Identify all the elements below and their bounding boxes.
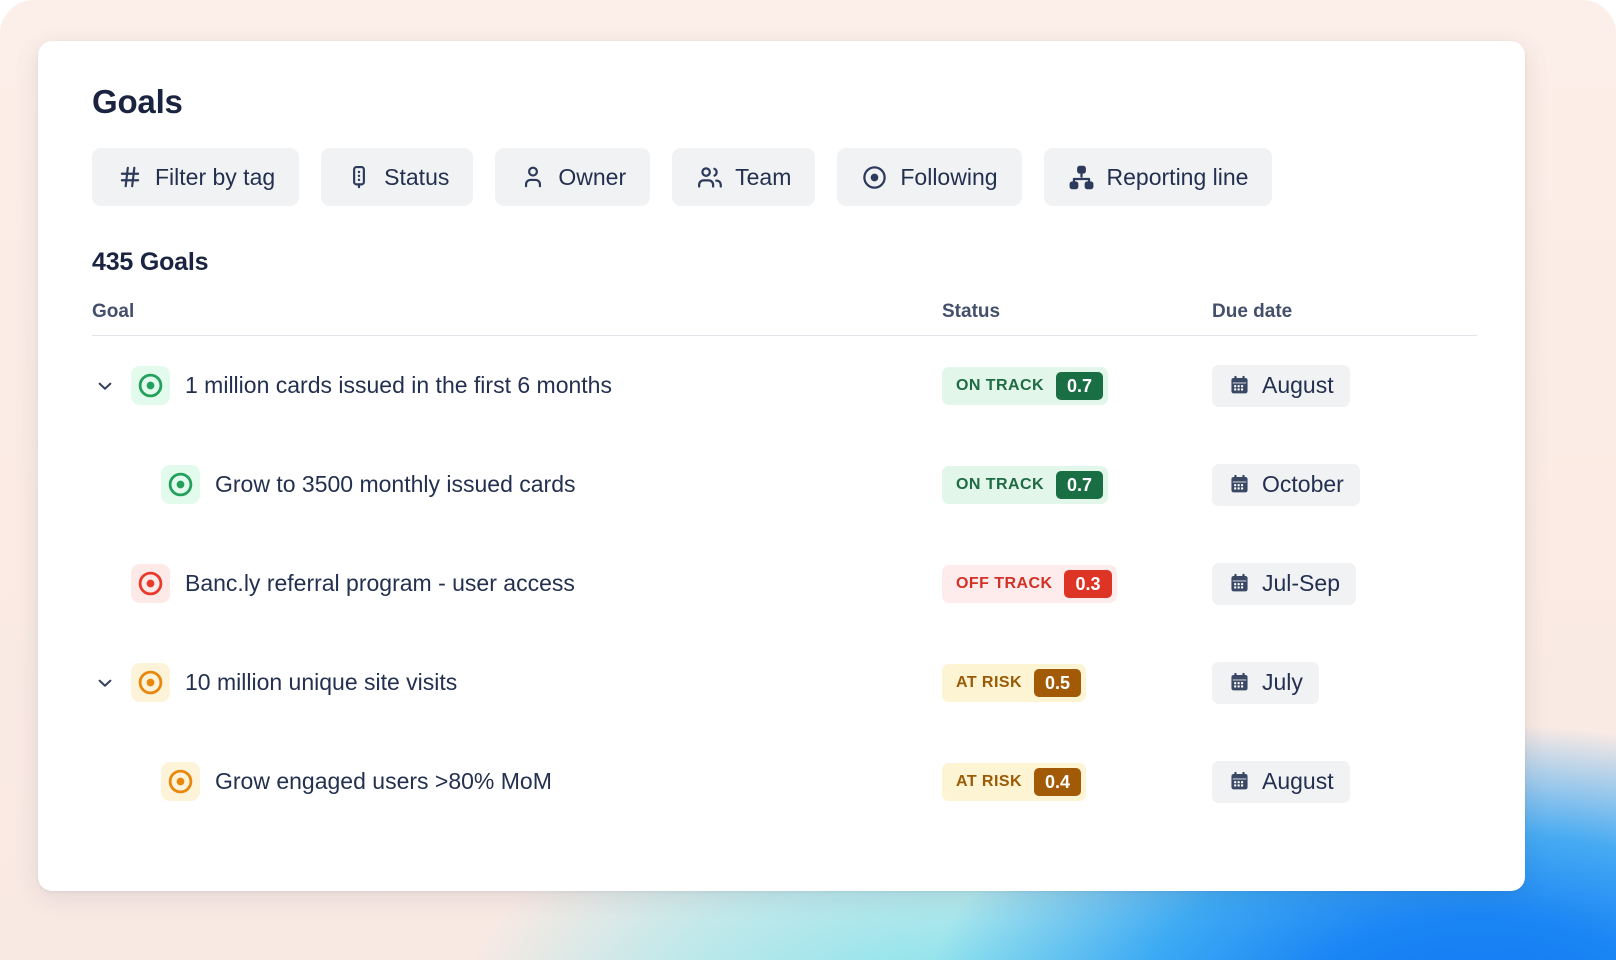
filter-chip-label: Following	[900, 164, 997, 191]
filter-chip-reporting-line[interactable]: Reporting line	[1044, 148, 1273, 206]
table-row[interactable]: Grow to 3500 monthly issued cards ON TRAC…	[92, 435, 1477, 534]
org-chart-icon	[1068, 164, 1095, 191]
table-header-row: Goal Status Due date	[92, 301, 1477, 336]
status-cell: ON TRACK 0.7	[942, 466, 1212, 504]
goal-cell: Grow engaged users >80% MoM	[92, 762, 942, 801]
goal-cell: Banc.ly referral program - user access	[92, 564, 942, 603]
status-badge[interactable]: ON TRACK 0.7	[942, 367, 1108, 405]
status-badge[interactable]: AT RISK 0.4	[942, 763, 1086, 801]
status-cell: ON TRACK 0.7	[942, 367, 1212, 405]
goal-cell: Grow to 3500 monthly issued cards	[92, 465, 942, 504]
goals-count: 435 Goals	[92, 248, 1525, 277]
table-row[interactable]: Banc.ly referral program - user access OF…	[92, 534, 1477, 633]
goal-target-icon	[131, 366, 170, 405]
chevron-down-icon[interactable]	[92, 670, 118, 696]
filter-chip-owner[interactable]: Owner	[495, 148, 650, 206]
status-label: ON TRACK	[956, 476, 1044, 494]
due-date-pill[interactable]: Jul-Sep	[1212, 563, 1356, 605]
due-date-pill[interactable]: August	[1212, 761, 1350, 803]
status-cell: OFF TRACK 0.3	[942, 565, 1212, 603]
due-date-cell: July	[1212, 662, 1477, 704]
filter-chip-label: Filter by tag	[155, 164, 275, 191]
table-row[interactable]: Grow engaged users >80% MoM AT RISK 0.4 Aug…	[92, 732, 1477, 831]
status-badge[interactable]: AT RISK 0.5	[942, 664, 1086, 702]
filter-chip-team[interactable]: Team	[672, 148, 815, 206]
status-score: 0.7	[1056, 372, 1103, 400]
due-date-pill[interactable]: July	[1212, 662, 1319, 704]
status-score: 0.4	[1034, 768, 1081, 796]
table-row[interactable]: 1 million cards issued in the first 6 mo…	[92, 336, 1477, 435]
goal-name: Banc.ly referral program - user access	[185, 570, 575, 597]
filter-chip-filter-by-tag[interactable]: Filter by tag	[92, 148, 299, 206]
goals-table: Goal Status Due date 1 million cards iss…	[92, 301, 1477, 831]
goal-name: 1 million cards issued in the first 6 mo…	[185, 372, 612, 399]
status-label: OFF TRACK	[956, 575, 1052, 593]
chevron-down-icon[interactable]	[92, 373, 118, 399]
goal-cell: 1 million cards issued in the first 6 mo…	[92, 366, 942, 405]
table-body: 1 million cards issued in the first 6 mo…	[92, 336, 1477, 831]
calendar-icon	[1228, 770, 1251, 793]
goal-name: Grow to 3500 monthly issued cards	[215, 471, 576, 498]
status-score: 0.3	[1064, 570, 1111, 598]
due-date-pill[interactable]: October	[1212, 464, 1360, 506]
due-date-label: August	[1262, 768, 1334, 795]
filter-chip-label: Reporting line	[1107, 164, 1249, 191]
calendar-icon	[1228, 473, 1251, 496]
table-row[interactable]: 10 million unique site visits AT RISK 0.5 J…	[92, 633, 1477, 732]
due-date-label: July	[1262, 669, 1303, 696]
eye-icon	[861, 164, 888, 191]
status-label: AT RISK	[956, 773, 1022, 791]
due-date-cell: October	[1212, 464, 1477, 506]
hash-icon	[116, 164, 143, 191]
person-icon	[519, 164, 546, 191]
filter-chip-label: Owner	[558, 164, 626, 191]
calendar-icon	[1228, 374, 1251, 397]
status-label: AT RISK	[956, 674, 1022, 692]
status-cell: AT RISK 0.5	[942, 664, 1212, 702]
people-icon	[696, 164, 723, 191]
goal-cell: 10 million unique site visits	[92, 663, 942, 702]
status-score: 0.5	[1034, 669, 1081, 697]
filter-chip-label: Status	[384, 164, 449, 191]
due-date-label: August	[1262, 372, 1334, 399]
due-date-label: October	[1262, 471, 1344, 498]
status-cell: AT RISK 0.4	[942, 763, 1212, 801]
page-title: Goals	[92, 74, 1525, 120]
goal-target-icon	[161, 762, 200, 801]
status-score: 0.7	[1056, 471, 1103, 499]
goal-target-icon	[131, 663, 170, 702]
column-header-due-date: Due date	[1212, 301, 1477, 323]
calendar-icon	[1228, 572, 1251, 595]
goal-target-icon	[161, 465, 200, 504]
calendar-icon	[1228, 671, 1251, 694]
traffic-light-icon	[345, 164, 372, 191]
goals-card: Goals Filter by tag Status Owner Team Follow…	[38, 41, 1525, 891]
status-badge[interactable]: ON TRACK 0.7	[942, 466, 1108, 504]
filter-chip-following[interactable]: Following	[837, 148, 1021, 206]
status-label: ON TRACK	[956, 377, 1044, 395]
goal-name: Grow engaged users >80% MoM	[215, 768, 552, 795]
filter-chip-label: Team	[735, 164, 791, 191]
due-date-cell: August	[1212, 365, 1477, 407]
status-badge[interactable]: OFF TRACK 0.3	[942, 565, 1117, 603]
due-date-cell: Jul-Sep	[1212, 563, 1477, 605]
due-date-pill[interactable]: August	[1212, 365, 1350, 407]
column-header-goal: Goal	[92, 301, 942, 323]
goal-name: 10 million unique site visits	[185, 669, 457, 696]
column-header-status: Status	[942, 301, 1212, 323]
due-date-cell: August	[1212, 761, 1477, 803]
filter-toolbar: Filter by tag Status Owner Team Following Rep…	[92, 148, 1525, 206]
filter-chip-status[interactable]: Status	[321, 148, 473, 206]
goal-target-icon	[131, 564, 170, 603]
due-date-label: Jul-Sep	[1262, 570, 1340, 597]
